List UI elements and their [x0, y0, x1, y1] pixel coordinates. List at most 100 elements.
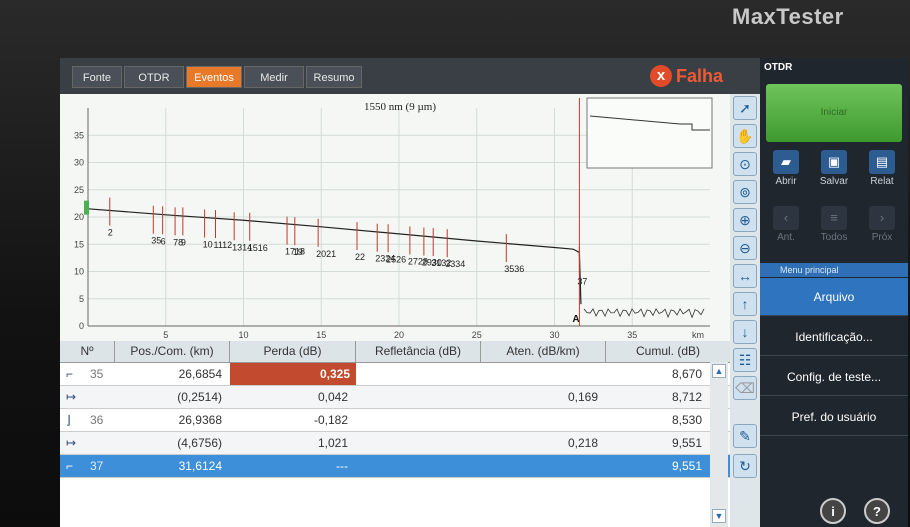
nonreflective-event-icon: ⌋ — [66, 413, 71, 427]
pan-hand-icon[interactable]: ✋ — [733, 124, 757, 148]
cell-pos: 26,9368 — [178, 413, 222, 427]
save-button[interactable]: ▣ Salvar — [814, 150, 854, 187]
event-number — [90, 432, 112, 454]
event-list-icon[interactable]: ☷ — [733, 348, 757, 372]
cell-cumul: 8,712 — [671, 390, 702, 404]
col-reflectance[interactable]: Refletância (dB) — [356, 341, 481, 362]
chart-title: 1550 nm (9 µm) — [364, 101, 436, 113]
report-label: Relat — [870, 176, 894, 187]
scroll-up-icon[interactable]: ▲ — [712, 364, 726, 378]
event-label: 9 — [181, 237, 186, 247]
tab-medir[interactable]: Medir — [244, 66, 304, 88]
brand-logo: MaxTester — [732, 4, 844, 29]
x-tick-label: 15 — [316, 330, 326, 340]
save-label: Salvar — [819, 176, 849, 187]
open-label: Abrir — [775, 176, 797, 187]
cell-aten: 0,218 — [567, 436, 598, 450]
cell-cumul: 8,530 — [671, 413, 702, 427]
table-row[interactable]: ⌋ 36 26,9368 -0,182 8,530 — [60, 409, 730, 432]
cell-pos: (4,6756) — [177, 436, 222, 450]
edit-pencil-icon[interactable]: ✎ — [733, 424, 757, 448]
zoom-out-icon[interactable]: ⊖ — [733, 236, 757, 260]
menu-pref-usuario[interactable]: Pref. do usuário — [760, 398, 908, 436]
arrow-down-icon[interactable]: ↓ — [733, 320, 757, 344]
event-number: 35 — [90, 367, 104, 381]
cell-pos: 26,6854 — [178, 367, 222, 381]
y-tick-label: 0 — [79, 321, 84, 331]
col-attenuation[interactable]: Aten. (dB/km) — [481, 341, 606, 362]
start-button[interactable]: Iniciar — [766, 84, 902, 142]
cell-refl — [356, 409, 479, 431]
event-label: 6 — [161, 236, 166, 246]
table-row[interactable]: ⌐ 35 26,6854 0,325 8,670 — [60, 363, 730, 386]
reflective-event-icon: ⌐ — [66, 459, 74, 473]
zoom-region-icon[interactable]: ⊙ — [733, 152, 757, 176]
table-row[interactable]: ⌐ 37 31,6124 --- 9,551 — [60, 455, 730, 478]
col-cumulative[interactable]: Cumul. (dB) — [606, 341, 730, 362]
event-label: 1516 — [248, 243, 268, 253]
col-position[interactable]: Pos./Com. (km) — [115, 341, 230, 362]
x-tick-label: 10 — [238, 330, 248, 340]
tab-eventos[interactable]: Eventos — [186, 66, 242, 88]
col-loss[interactable]: Perda (dB) — [230, 341, 356, 362]
table-row[interactable]: ↦ (0,2514) 0,042 0,169 8,712 — [60, 386, 730, 409]
table-row[interactable]: ↦ (4,6756) 1,021 0,218 9,551 — [60, 432, 730, 455]
event-label: 2526 — [386, 254, 406, 264]
zoom-in-icon[interactable]: ⊕ — [733, 208, 757, 232]
pointer-icon[interactable]: ➚ — [733, 96, 757, 120]
event-label: 3334 — [445, 259, 465, 269]
tab-bar: Fonte OTDR Eventos Medir Resumo x Falha — [60, 58, 760, 94]
table-scrollbar[interactable]: ▲ ▼ — [710, 362, 728, 527]
cell-loss: 0,325 — [230, 363, 356, 385]
right-panel: OTDR Iniciar ▰ Abrir ▣ Salvar ▤ Relat ‹ … — [760, 58, 908, 527]
arrow-up-icon[interactable]: ↑ — [733, 292, 757, 316]
zoom-fit-icon[interactable]: ⊚ — [733, 180, 757, 204]
event-label: 2021 — [316, 249, 336, 259]
next-icon: › — [869, 206, 895, 230]
next-button[interactable]: › Próx — [862, 206, 902, 243]
launch-marker — [84, 200, 89, 215]
event-number: 36 — [90, 413, 104, 427]
full-view-icon[interactable]: ↔ — [733, 264, 757, 288]
cell-refl — [356, 455, 479, 477]
trace-svg: 5 10 15 20 25 30 3505101520253035kmA235 6 789 10 1… — [74, 97, 713, 340]
events-table: Nº Pos./Com. (km) Perda (dB) Refletância… — [60, 341, 730, 527]
otdr-trace-chart[interactable]: 5 10 15 20 25 30 35 0 5 10 15 20 25 30 35 km A 2 35 6 78 9 10 1… — [60, 94, 731, 341]
tab-resumo[interactable]: Resumo — [306, 66, 362, 88]
col-number[interactable]: Nº — [60, 341, 115, 362]
x-unit-label: km — [692, 330, 704, 340]
help-icon[interactable]: ? — [864, 498, 890, 524]
y-tick-label: 25 — [74, 185, 84, 195]
cell-refl — [356, 363, 479, 385]
all-button[interactable]: ≡ Todos — [814, 206, 854, 243]
scroll-down-icon[interactable]: ▼ — [712, 509, 726, 523]
open-button[interactable]: ▰ Abrir — [766, 150, 806, 187]
tab-otdr[interactable]: OTDR — [124, 66, 184, 88]
event-label: 1112 — [214, 240, 233, 250]
y-tick-label: 35 — [74, 130, 84, 140]
fault-x-icon: x — [650, 65, 672, 87]
menu-config-teste[interactable]: Config. de teste... — [760, 358, 908, 396]
x-tick-label: 20 — [394, 330, 404, 340]
menu-identificacao[interactable]: Identificação... — [760, 318, 908, 356]
previous-button[interactable]: ‹ Ant. — [766, 206, 806, 243]
x-tick-label: 30 — [549, 330, 559, 340]
main-menu-header: Menu principal — [760, 263, 908, 277]
menu-arquivo[interactable]: Arquivo — [760, 278, 908, 316]
info-icon[interactable]: i — [820, 498, 846, 524]
noise-floor — [583, 308, 705, 319]
cell-aten — [481, 409, 604, 431]
delete-icon[interactable]: ⌫ — [733, 376, 757, 400]
cell-loss: 1,021 — [317, 436, 348, 450]
fiber-section-icon: ↦ — [66, 436, 77, 450]
event-number — [90, 386, 112, 408]
refresh-icon[interactable]: ↻ — [733, 454, 757, 478]
event-label: 10 — [203, 240, 213, 250]
x-tick-label: 5 — [163, 330, 168, 340]
report-button[interactable]: ▤ Relat — [862, 150, 902, 187]
tab-fonte[interactable]: Fonte — [72, 66, 122, 88]
y-tick-label: 5 — [79, 294, 84, 304]
open-folder-icon: ▰ — [773, 150, 799, 174]
event-number: 37 — [90, 459, 104, 473]
cell-cumul: 9,551 — [671, 459, 702, 473]
